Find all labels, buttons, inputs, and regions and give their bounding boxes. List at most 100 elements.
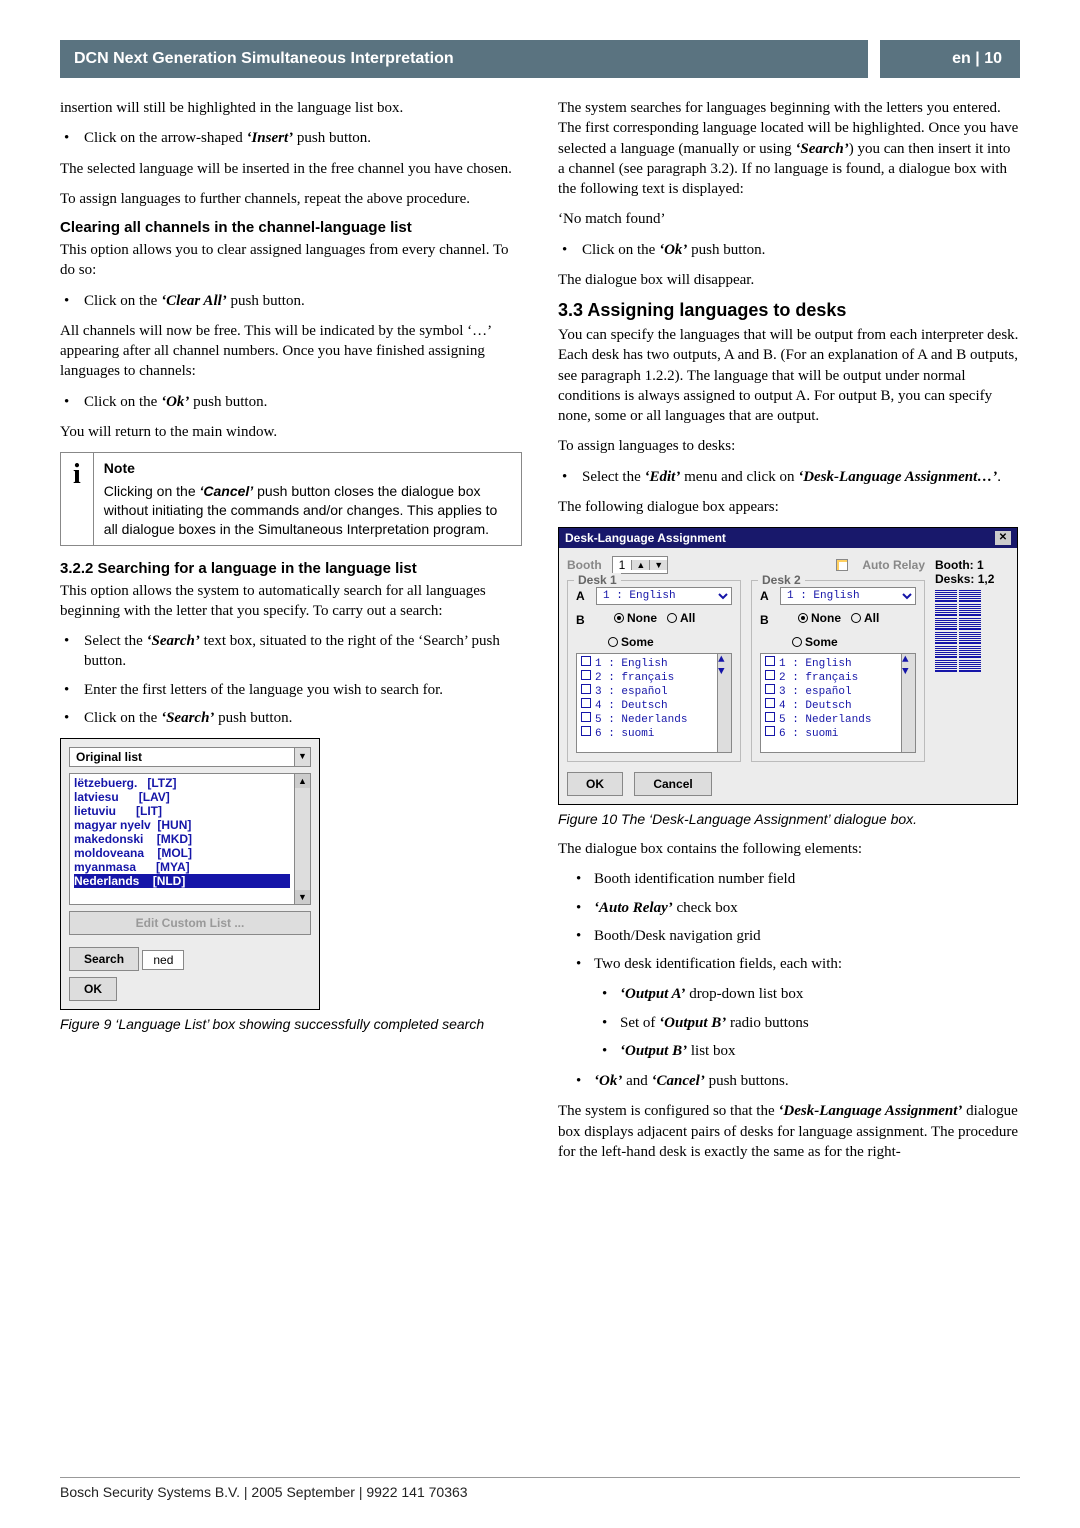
output-b-radios: None All: [798, 611, 879, 625]
list-item[interactable]: moldoveana [MOL]: [74, 846, 290, 860]
grid-cell[interactable]: [959, 646, 981, 658]
grid-cell[interactable]: [959, 604, 981, 616]
auto-relay-checkbox[interactable]: [836, 559, 848, 571]
grid-cell[interactable]: [935, 660, 957, 672]
scroll-down-icon[interactable]: ▼: [718, 666, 731, 678]
dialog-titlebar: Desk-Language Assignment ✕: [559, 528, 1017, 548]
search-input[interactable]: ned: [142, 950, 184, 970]
list-item[interactable]: 3 : español: [765, 684, 897, 698]
scrollbar[interactable]: ▲ ▼: [294, 774, 310, 904]
list-rows: lëtzebuerg. [LTZ] latviesu [LAV] lietuvi…: [70, 774, 294, 904]
figure-10-caption: Figure 10 The ‘Desk-Language Assignment’…: [558, 811, 1020, 827]
list-item[interactable]: lietuviu [LIT]: [74, 804, 290, 818]
list-item[interactable]: 3 : español: [581, 684, 713, 698]
scrollbar[interactable]: ▲▼: [717, 654, 731, 752]
dialog-title: Desk-Language Assignment: [565, 531, 726, 545]
list-item[interactable]: 4 : Deutsch: [581, 698, 713, 712]
radio-all[interactable]: All: [851, 611, 879, 625]
radio-all[interactable]: All: [667, 611, 695, 625]
list-item: ‘Output A’ drop-down list box: [558, 984, 1020, 1004]
ok-button[interactable]: OK: [69, 977, 117, 1001]
spinner-down-icon[interactable]: ▼: [649, 560, 667, 570]
columns: insertion will still be highlighted in t…: [60, 98, 1020, 1172]
output-b-label: B: [576, 613, 590, 627]
grid-cell[interactable]: [959, 632, 981, 644]
desk-2-group: Desk 2 A1 : English B None All Some: [751, 580, 925, 762]
left-column: insertion will still be highlighted in t…: [60, 98, 522, 1172]
list-item[interactable]: 1 : English: [765, 656, 897, 670]
grid-cell[interactable]: [935, 590, 957, 602]
output-a-select[interactable]: 1 : English: [780, 587, 916, 605]
list-rows: 1 : English 2 : français 3 : español 4 :…: [577, 654, 717, 752]
list-item[interactable]: 4 : Deutsch: [765, 698, 897, 712]
scrollbar[interactable]: ▲▼: [901, 654, 915, 752]
list-item[interactable]: 2 : français: [765, 670, 897, 684]
grid-cell[interactable]: [935, 618, 957, 630]
booth-number-spinner[interactable]: 1▲▼: [612, 556, 669, 574]
grid-cell[interactable]: [935, 646, 957, 658]
grid-cell[interactable]: [959, 660, 981, 672]
search-row: Search ned: [69, 941, 311, 971]
body-text: ‘No match found’: [558, 209, 1020, 229]
scroll-up-icon[interactable]: ▲: [295, 774, 310, 788]
radio-none[interactable]: None: [798, 611, 841, 625]
list-item[interactable]: 6 : suomi: [765, 726, 897, 740]
scroll-down-icon[interactable]: ▼: [295, 890, 310, 904]
body-text: You will return to the main window.: [60, 422, 522, 442]
output-b-radios: None All: [614, 611, 695, 625]
header-page-number: en | 10: [880, 40, 1020, 78]
list-item: Select the ‘Edit’ menu and click on ‘Des…: [558, 467, 1020, 487]
grid-cell[interactable]: [959, 590, 981, 602]
list-item[interactable]: magyar nyelv [HUN]: [74, 818, 290, 832]
list-item-selected[interactable]: Nederlands [NLD]: [74, 874, 290, 888]
output-b-listbox[interactable]: 1 : English 2 : français 3 : español 4 :…: [760, 653, 916, 753]
ok-button[interactable]: OK: [567, 772, 623, 796]
list-item[interactable]: 5 : Nederlands: [581, 712, 713, 726]
original-list-combo[interactable]: Original list ▼: [69, 747, 311, 767]
list-item: Enter the first letters of the language …: [60, 680, 522, 700]
body-text: To assign languages to desks:: [558, 436, 1020, 456]
list-item[interactable]: 2 : français: [581, 670, 713, 684]
bullet-list: Click on the arrow-shaped ‘Insert’ push …: [60, 128, 522, 148]
page-footer: Bosch Security Systems B.V. | 2005 Septe…: [60, 1477, 1020, 1500]
list-item[interactable]: 5 : Nederlands: [765, 712, 897, 726]
cancel-button[interactable]: Cancel: [634, 772, 711, 796]
edit-custom-list-button[interactable]: Edit Custom List ...: [69, 911, 311, 935]
list-item[interactable]: makedonski [MKD]: [74, 832, 290, 846]
search-button[interactable]: Search: [69, 947, 139, 971]
spinner-up-icon[interactable]: ▲: [631, 560, 649, 570]
body-text: All channels will now be free. This will…: [60, 321, 522, 382]
output-a-label: A: [576, 589, 590, 603]
section-heading: 3.3 Assigning languages to desks: [558, 300, 1020, 321]
scroll-up-icon[interactable]: ▲: [902, 654, 915, 666]
scroll-down-icon[interactable]: ▼: [902, 666, 915, 678]
grid-cell[interactable]: [959, 618, 981, 630]
scroll-up-icon[interactable]: ▲: [718, 654, 731, 666]
combo-value: Original list: [70, 748, 294, 766]
booth-label: Booth: [567, 558, 602, 572]
list-item[interactable]: latviesu [LAV]: [74, 790, 290, 804]
figure-9-dialog: Original list ▼ lëtzebuerg. [LTZ] latvie…: [60, 738, 320, 1010]
radio-some[interactable]: Some: [792, 635, 838, 649]
language-listbox[interactable]: lëtzebuerg. [LTZ] latviesu [LAV] lietuvi…: [69, 773, 311, 905]
list-item[interactable]: myanmasa [MYA]: [74, 860, 290, 874]
output-a-select[interactable]: 1 : English: [596, 587, 732, 605]
nav-grid[interactable]: [935, 590, 1009, 672]
radio-none[interactable]: None: [614, 611, 657, 625]
note-body: Note Clicking on the ‘Cancel’ push butto…: [94, 453, 521, 545]
grid-cell[interactable]: [935, 604, 957, 616]
list-item[interactable]: lëtzebuerg. [LTZ]: [74, 776, 290, 790]
list-item: Click on the ‘Ok’ push button.: [558, 240, 1020, 260]
bullet-list: Select the ‘Edit’ menu and click on ‘Des…: [558, 467, 1020, 487]
figure-10-dialog: Desk-Language Assignment ✕ Booth 1▲▼ Aut…: [558, 527, 1018, 805]
radio-some[interactable]: Some: [608, 635, 654, 649]
close-icon[interactable]: ✕: [995, 531, 1011, 545]
list-item[interactable]: 6 : suomi: [581, 726, 713, 740]
list-item: Click on the ‘Clear All’ push button.: [60, 291, 522, 311]
output-b-listbox[interactable]: 1 : English 2 : français 3 : español 4 :…: [576, 653, 732, 753]
body-text: The following dialogue box appears:: [558, 497, 1020, 517]
chevron-down-icon[interactable]: ▼: [294, 748, 310, 766]
grid-cell[interactable]: [935, 632, 957, 644]
list-item[interactable]: 1 : English: [581, 656, 713, 670]
body-text: You can specify the languages that will …: [558, 325, 1020, 426]
